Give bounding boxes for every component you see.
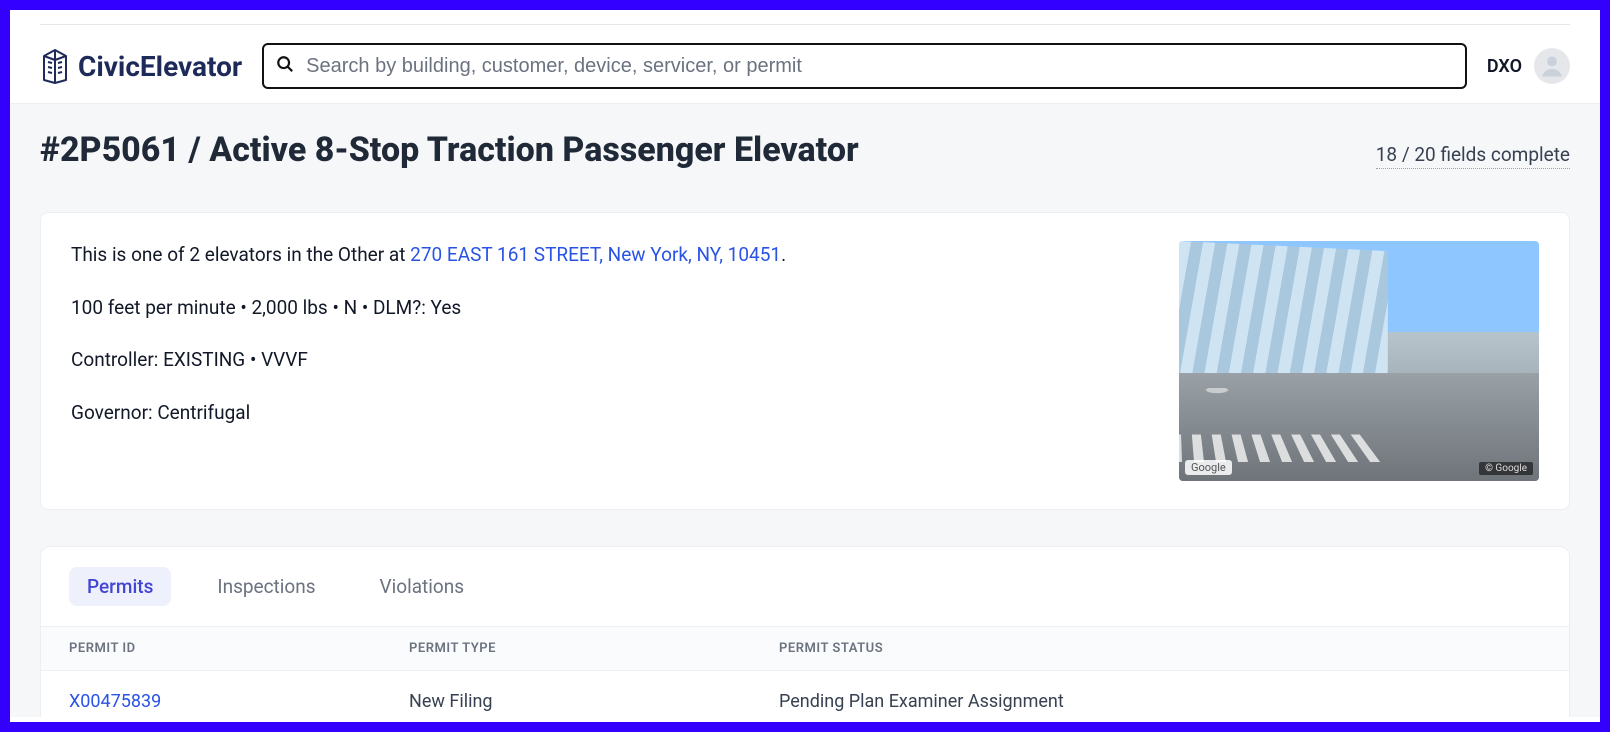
tabs: Permits Inspections Violations <box>41 547 1569 626</box>
streetview-thumb[interactable]: Google © Google <box>1179 241 1539 481</box>
search-input[interactable] <box>262 43 1467 89</box>
permit-type-cell: New Filing <box>409 691 779 712</box>
info-line-governor: Governor: Centrifugal <box>71 399 1149 428</box>
permit-id-link[interactable]: X00475839 <box>69 691 161 712</box>
brand-logo[interactable]: CivicElevator <box>40 48 242 84</box>
address-link[interactable]: 270 EAST 161 STREET, New York, NY, 10451 <box>410 243 781 266</box>
user-initials: DXO <box>1487 56 1522 77</box>
search-wrap <box>262 43 1467 89</box>
search-icon <box>276 55 294 77</box>
col-permit-status: PERMIT STATUS <box>779 641 1541 656</box>
info-line-specs: 100 feet per minute • 2,000 lbs • N • DL… <box>71 294 1149 323</box>
fields-complete[interactable]: 18 / 20 fields complete <box>1376 143 1570 169</box>
table-row: X00475839 New Filing Pending Plan Examin… <box>41 671 1569 717</box>
tabs-card: Permits Inspections Violations PERMIT ID… <box>40 546 1570 717</box>
map-attrib-2: © Google <box>1479 462 1533 475</box>
tab-inspections[interactable]: Inspections <box>199 567 333 606</box>
page-title: #2P5061 / Active 8-Stop Traction Passeng… <box>40 130 859 170</box>
info-card: This is one of 2 elevators in the Other … <box>40 212 1570 510</box>
topbar: CivicElevator DXO <box>40 24 1570 103</box>
tab-violations[interactable]: Violations <box>362 567 482 606</box>
avatar <box>1534 48 1570 84</box>
col-permit-id: PERMIT ID <box>69 641 409 656</box>
permits-table-header: PERMIT ID PERMIT TYPE PERMIT STATUS <box>41 626 1569 671</box>
building-icon <box>40 48 70 84</box>
info-line-controller: Controller: EXISTING • VVVF <box>71 346 1149 375</box>
permit-status-cell: Pending Plan Examiner Assignment <box>779 691 1541 712</box>
info-line-address: This is one of 2 elevators in the Other … <box>71 241 1149 270</box>
brand-name: CivicElevator <box>78 50 242 83</box>
col-permit-type: PERMIT TYPE <box>409 641 779 656</box>
map-attrib: Google <box>1185 460 1232 475</box>
user-area[interactable]: DXO <box>1487 48 1570 84</box>
tab-permits[interactable]: Permits <box>69 567 171 606</box>
